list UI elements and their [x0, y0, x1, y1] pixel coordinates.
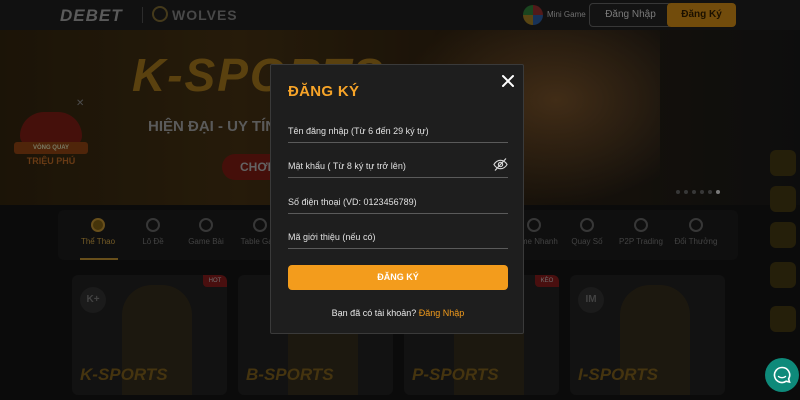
- modal-title: ĐĂNG KÝ: [288, 83, 360, 100]
- phone-field-wrapper: [288, 192, 508, 214]
- referral-field-wrapper: [288, 227, 508, 249]
- eye-slash-icon[interactable]: [493, 157, 508, 172]
- chat-icon: [773, 366, 791, 384]
- login-prompt-text: Bạn đã có tài khoản?: [331, 308, 417, 318]
- password-field-wrapper: [288, 156, 508, 178]
- page-root: DEBET WOLVES Mini Game Đăng Nhập Đăng Ký…: [0, 0, 800, 400]
- username-input[interactable]: [288, 123, 488, 139]
- password-input[interactable]: [288, 158, 488, 174]
- close-icon[interactable]: [501, 74, 515, 88]
- login-link[interactable]: Đăng Nhập: [419, 308, 465, 318]
- login-prompt: Bạn đã có tài khoản? Đăng Nhập: [271, 308, 525, 318]
- register-submit-button[interactable]: ĐĂNG KÝ: [288, 265, 508, 290]
- phone-input[interactable]: [288, 194, 488, 210]
- username-field-wrapper: [288, 121, 508, 143]
- live-chat-button[interactable]: [765, 358, 799, 392]
- register-modal: ĐĂNG KÝ ĐĂNG KÝ Bạn đã có tài khoản? Đăn…: [270, 64, 524, 334]
- referral-code-input[interactable]: [288, 229, 488, 245]
